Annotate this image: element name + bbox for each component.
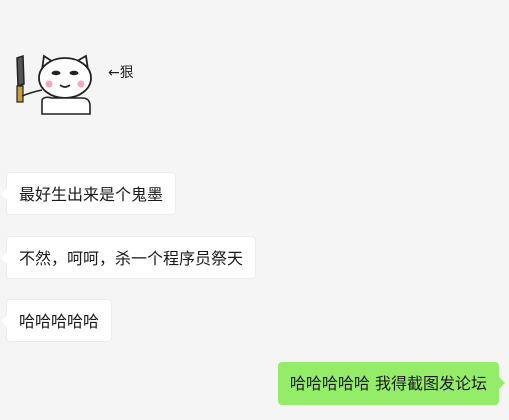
message-text: 哈哈哈哈哈 我得截图发论坛	[289, 374, 487, 393]
chat-window: ←狠 最好生出来是个鬼墨 不然，呵呵，杀一个程序员祭天 哈哈哈哈哈 哈哈哈哈哈 …	[0, 0, 509, 420]
sticker-caption: ←狠	[108, 65, 134, 81]
message-text: 最好生出来是个鬼墨	[19, 185, 164, 204]
message-bubble-incoming[interactable]: 哈哈哈哈哈	[0, 299, 113, 342]
message-bubble-outgoing[interactable]: 哈哈哈哈哈 我得截图发论坛	[277, 362, 506, 405]
message-bubble-incoming[interactable]: 最好生出来是个鬼墨	[0, 172, 177, 215]
message-bubble-incoming[interactable]: 不然，呵呵，杀一个程序员祭天	[0, 236, 257, 279]
message-text: 哈哈哈哈哈	[19, 312, 100, 331]
cat-with-knife-icon	[16, 54, 92, 115]
message-text: 不然，呵呵，杀一个程序员祭天	[19, 249, 244, 268]
